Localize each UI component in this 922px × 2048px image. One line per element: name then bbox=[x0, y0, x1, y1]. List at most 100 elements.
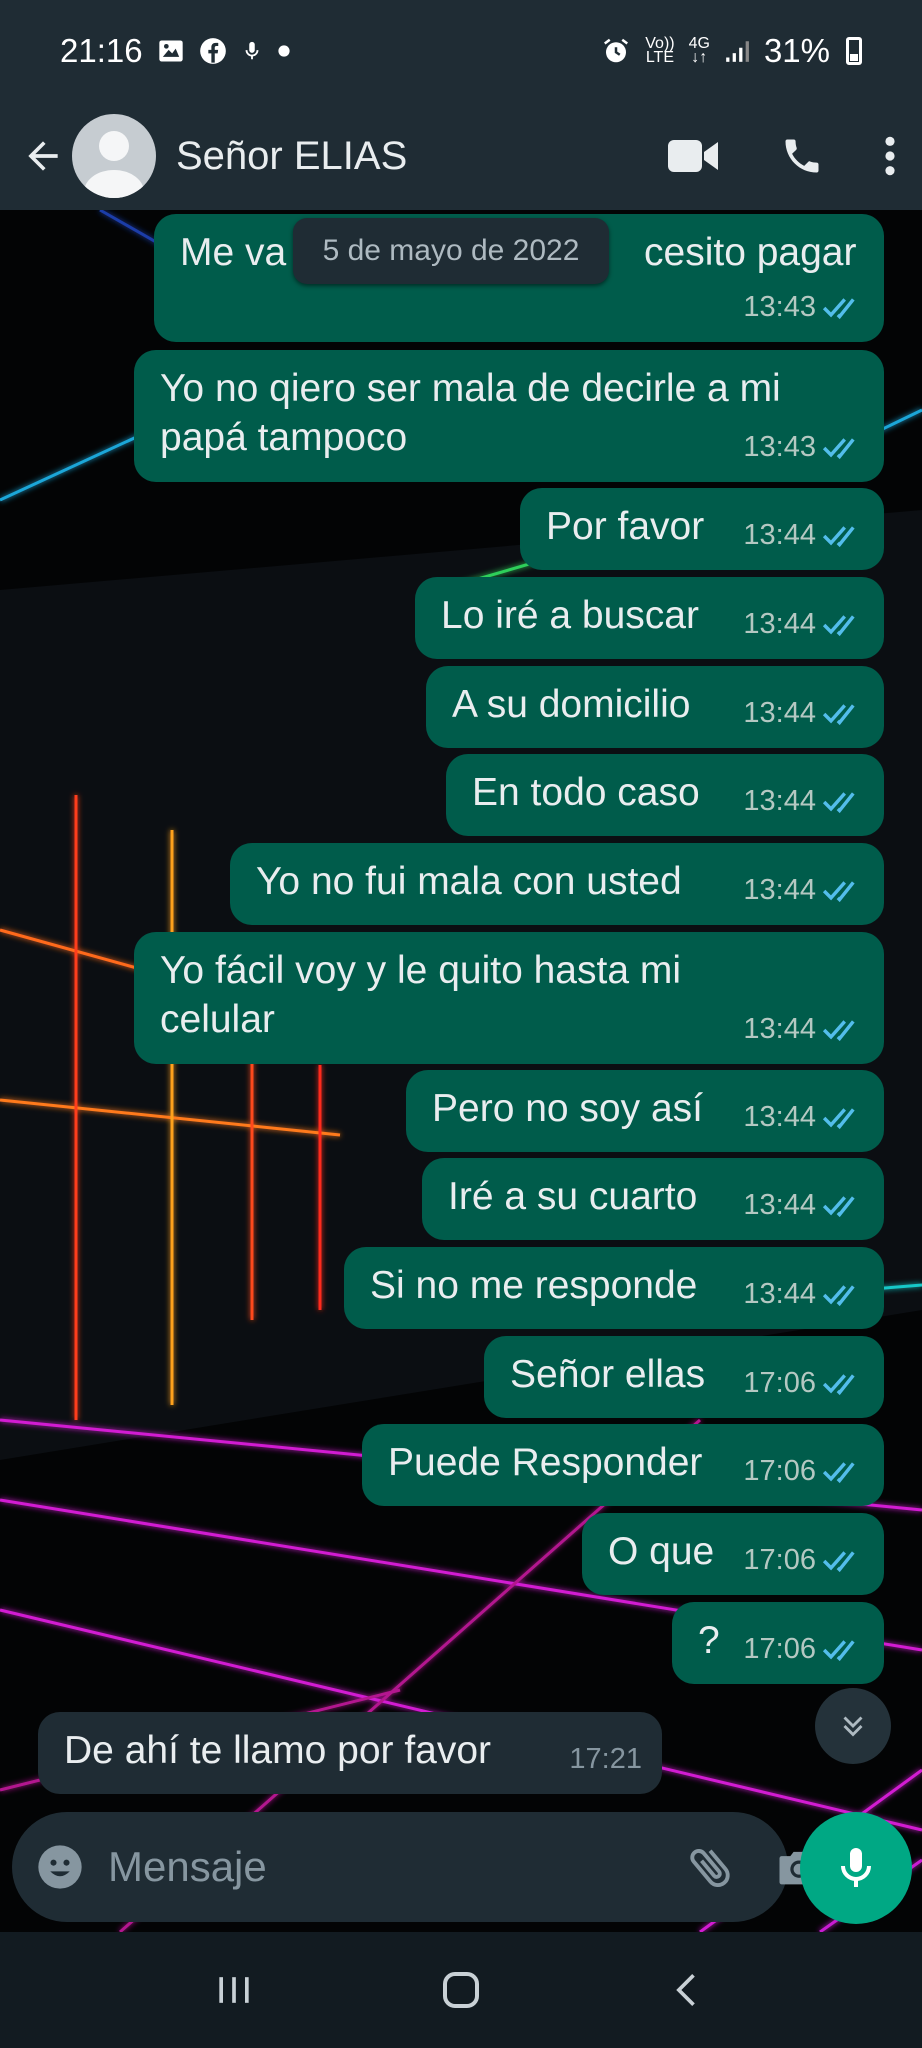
message-bubble-outgoing[interactable]: O que 17:06 bbox=[582, 1513, 884, 1595]
phone-icon bbox=[785, 139, 819, 173]
message-text: Yo no qiero ser mala de decirle a mi bbox=[160, 367, 781, 410]
message-text: Señor ellas bbox=[510, 1353, 706, 1396]
volte-icon: Vo)) LTE bbox=[645, 36, 674, 66]
message-time: 17:06 bbox=[743, 1633, 816, 1665]
back-button[interactable] bbox=[648, 1950, 728, 2030]
message-bubble-outgoing[interactable]: A su domicilio 13:44 bbox=[426, 666, 884, 748]
status-time: 21:16 bbox=[60, 32, 143, 69]
chevron-left-icon bbox=[676, 1974, 696, 2006]
message-bubble-incoming[interactable]: De ahí te llamo por favor 17:21 bbox=[38, 1712, 662, 1794]
home-icon bbox=[442, 1972, 479, 2008]
message-meta: 13:44 bbox=[743, 1181, 864, 1230]
read-ticks-icon bbox=[822, 1550, 855, 1572]
network-4g-icon: 4G ↓↑ bbox=[688, 35, 710, 66]
attach-button[interactable] bbox=[685, 1837, 737, 1897]
message-bubble-outgoing[interactable]: ? 17:06 bbox=[672, 1602, 884, 1684]
read-ticks-icon bbox=[822, 1107, 855, 1129]
message-meta: 13:44 bbox=[743, 777, 864, 826]
message-meta: 17:06 bbox=[743, 1359, 864, 1408]
message-bubble-outgoing[interactable]: En todo caso 13:44 bbox=[446, 754, 884, 836]
message-time: 13:44 bbox=[743, 1278, 816, 1310]
message-meta: 13:43 bbox=[743, 283, 864, 332]
message-bubble-outgoing[interactable]: Yo no qiero ser mala de decirle a mi pap… bbox=[134, 350, 884, 482]
facebook-icon bbox=[199, 37, 227, 65]
message-time: 13:44 bbox=[743, 874, 816, 906]
video-call-button[interactable] bbox=[668, 138, 720, 174]
alarm-icon bbox=[601, 36, 631, 66]
message-text: ? bbox=[698, 1619, 720, 1662]
message-meta: 17:06 bbox=[743, 1447, 864, 1496]
message-bubble-outgoing[interactable]: Señor ellas 17:06 bbox=[484, 1336, 884, 1418]
back-arrow-icon[interactable] bbox=[18, 131, 68, 181]
message-text-cont: celular bbox=[160, 998, 275, 1041]
voice-call-button[interactable] bbox=[780, 134, 824, 178]
microphone-icon bbox=[841, 1848, 871, 1887]
paperclip-icon bbox=[690, 1849, 730, 1887]
message-meta: 17:21 bbox=[569, 1735, 642, 1784]
read-ticks-icon bbox=[822, 437, 855, 459]
message-bubble-outgoing[interactable]: Por favor 13:44 bbox=[520, 488, 884, 570]
dot-icon bbox=[277, 44, 291, 58]
message-text-cont: papá tampoco bbox=[160, 416, 408, 459]
mic-icon bbox=[241, 37, 263, 65]
message-time: 13:44 bbox=[743, 519, 816, 551]
message-bubble-outgoing[interactable]: Iré a su cuarto 13:44 bbox=[422, 1158, 884, 1240]
recent-apps-button[interactable] bbox=[194, 1950, 274, 2030]
message-time: 13:44 bbox=[743, 697, 816, 729]
message-text: Por favor bbox=[546, 505, 705, 548]
contact-name[interactable]: Señor ELIAS bbox=[176, 134, 668, 179]
signal-icon bbox=[724, 37, 750, 65]
status-bar: 21:16 Vo)) LTE 4G ↓↑ 31% bbox=[0, 0, 922, 102]
voice-message-button[interactable] bbox=[800, 1812, 912, 1924]
header-actions bbox=[668, 134, 896, 178]
message-text: De ahí te llamo por favor bbox=[64, 1729, 492, 1772]
message-meta: 13:44 bbox=[743, 866, 864, 915]
message-time: 13:44 bbox=[743, 1101, 816, 1133]
avatar[interactable] bbox=[72, 114, 156, 198]
message-meta: 13:44 bbox=[743, 689, 864, 738]
message-text: Si no me responde bbox=[370, 1264, 698, 1307]
message-time: 17:21 bbox=[569, 1743, 642, 1775]
message-meta: 13:44 bbox=[743, 511, 864, 560]
battery-fill bbox=[850, 54, 858, 61]
battery-percent: 31% bbox=[763, 32, 830, 69]
more-options-button[interactable] bbox=[884, 134, 896, 178]
message-text: O que bbox=[608, 1530, 715, 1573]
message-text: Yo no fui mala con usted bbox=[256, 860, 682, 903]
home-button[interactable] bbox=[421, 1950, 501, 2030]
read-ticks-icon bbox=[822, 297, 855, 319]
scroll-to-bottom-button[interactable] bbox=[815, 1688, 891, 1764]
read-ticks-icon bbox=[822, 1461, 855, 1483]
message-bubble-outgoing[interactable]: Puede Responder 17:06 bbox=[362, 1424, 884, 1506]
message-text: Yo fácil voy y le quito hasta mi bbox=[160, 949, 681, 992]
chat-header: Señor ELIAS bbox=[0, 102, 922, 210]
status-left: 21:16 bbox=[60, 32, 291, 70]
message-time: 13:44 bbox=[743, 1189, 816, 1221]
message-text: Me va bbox=[180, 231, 287, 274]
recent-apps-icon bbox=[218, 1977, 249, 2003]
message-text-cont: cesito pagar bbox=[644, 231, 857, 274]
gallery-icon bbox=[157, 37, 185, 65]
message-bubble-outgoing[interactable]: Yo no fui mala con usted 13:44 bbox=[230, 843, 884, 925]
message-text: Pero no soy así bbox=[432, 1087, 703, 1130]
volte-line2: LTE bbox=[645, 49, 674, 66]
message-time: 13:44 bbox=[743, 1013, 816, 1045]
message-time: 17:06 bbox=[743, 1367, 816, 1399]
emoji-button[interactable] bbox=[34, 1841, 86, 1893]
read-ticks-icon bbox=[822, 1373, 855, 1395]
message-time: 13:43 bbox=[743, 431, 816, 463]
message-bubble-outgoing[interactable]: Pero no soy así 13:44 bbox=[406, 1070, 884, 1152]
message-input[interactable] bbox=[108, 1843, 649, 1891]
message-bubble-outgoing[interactable]: Lo iré a buscar 13:44 bbox=[415, 577, 884, 659]
video-call-icon bbox=[668, 140, 718, 172]
message-text: Puede Responder bbox=[388, 1441, 703, 1484]
message-time: 13:44 bbox=[743, 608, 816, 640]
read-ticks-icon bbox=[822, 614, 855, 636]
message-bubble-outgoing[interactable]: Si no me responde 13:44 bbox=[344, 1247, 884, 1329]
message-text: En todo caso bbox=[472, 771, 700, 814]
read-ticks-icon bbox=[822, 703, 855, 725]
message-text: Lo iré a buscar bbox=[441, 594, 699, 637]
message-meta: 17:06 bbox=[743, 1536, 864, 1585]
message-bubble-outgoing[interactable]: Yo fácil voy y le quito hasta mi celular… bbox=[134, 932, 884, 1064]
message-text: Iré a su cuarto bbox=[448, 1175, 698, 1218]
